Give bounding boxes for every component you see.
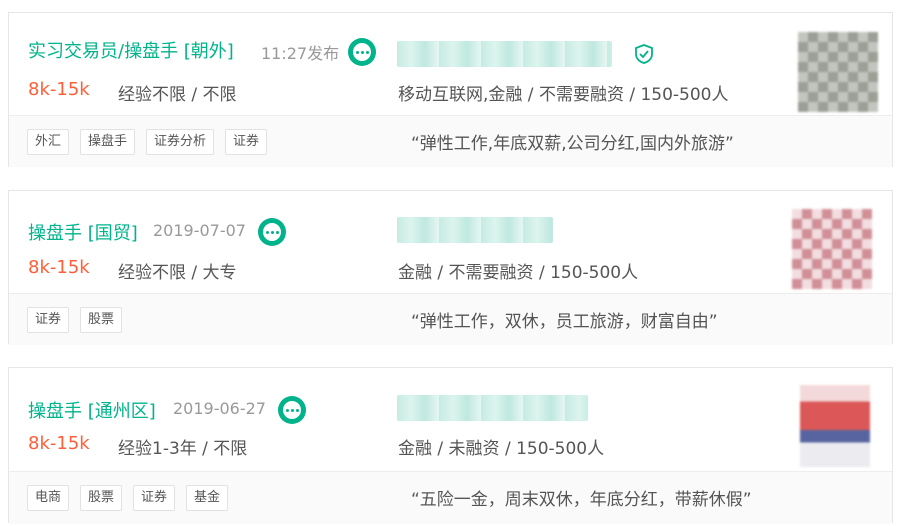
tag[interactable]: 股票 [80,485,123,511]
tag-list: 外汇 操盘手 证券分析 证券 [27,129,268,155]
company-logo[interactable] [798,32,878,112]
publish-time: 11:27发布 [261,44,340,63]
company-name-blurred[interactable] [397,395,588,421]
job-card-footer: 电商 股票 证券 基金 “五险一金，周末双休，年底分红，带薪休假” [9,471,892,524]
job-card-header: 实习交易员/操盘手 [朝外] 11:27发布 8k-15k 经验不限 / 不限 … [9,13,892,115]
job-card[interactable]: 实习交易员/操盘手 [朝外] 11:27发布 8k-15k 经验不限 / 不限 … [8,12,893,167]
salary: 8k-15k [28,433,90,454]
salary: 8k-15k [28,257,90,278]
company-logo[interactable] [792,209,872,289]
publish-time: 2019-07-07 [153,221,246,240]
requirements: 经验1-3年 / 不限 [118,439,248,459]
job-card[interactable]: 操盘手 [通州区] 2019-06-27 8k-15k 经验1-3年 / 不限 … [8,367,893,524]
tag[interactable]: 证券分析 [146,129,215,155]
tag[interactable]: 电商 [27,485,70,511]
job-card-header: 操盘手 [国贸] 2019-07-07 8k-15k 经验不限 / 大专 金融 … [9,191,892,293]
tag[interactable]: 证券 [225,129,268,155]
tag-list: 电商 股票 证券 基金 [27,485,229,511]
tag[interactable]: 证券 [27,307,70,333]
chat-icon[interactable] [258,218,286,246]
requirements: 经验不限 / 大专 [118,263,237,283]
job-card-footer: 证券 股票 “弹性工作，双休，员工旅游，财富自由” [9,293,892,345]
company-logo[interactable] [800,385,870,467]
job-title[interactable]: 实习交易员/操盘手 [朝外] [28,37,234,63]
tag[interactable]: 股票 [80,307,123,333]
requirements: 经验不限 / 不限 [118,85,237,105]
job-title[interactable]: 操盘手 [通州区] [28,397,156,423]
company-industry: 金融 / 不需要融资 / 150-500人 [398,263,639,283]
chat-icon[interactable] [348,38,376,66]
company-name-blurred[interactable] [397,217,553,243]
welfare-text: “五险一金，周末双休，年底分红，带薪休假” [411,490,752,510]
verified-shield-icon [635,44,653,64]
job-card[interactable]: 操盘手 [国贸] 2019-07-07 8k-15k 经验不限 / 大专 金融 … [8,190,893,345]
chat-icon[interactable] [278,396,306,424]
job-title[interactable]: 操盘手 [国贸] [28,219,138,245]
tag[interactable]: 证券 [133,485,176,511]
tag[interactable]: 外汇 [27,129,70,155]
tag-list: 证券 股票 [27,307,123,333]
company-industry: 移动互联网,金融 / 不需要融资 / 150-500人 [398,85,729,105]
publish-time: 2019-06-27 [173,399,266,418]
welfare-text: “弹性工作,年底双薪,公司分红,国内外旅游” [411,134,734,154]
welfare-text: “弹性工作，双休，员工旅游，财富自由” [411,312,718,332]
tag[interactable]: 操盘手 [80,129,136,155]
company-industry: 金融 / 未融资 / 150-500人 [398,439,605,459]
company-name-blurred[interactable] [397,41,612,67]
job-card-header: 操盘手 [通州区] 2019-06-27 8k-15k 经验1-3年 / 不限 … [9,368,892,470]
job-card-footer: 外汇 操盘手 证券分析 证券 “弹性工作,年底双薪,公司分红,国内外旅游” [9,115,892,167]
salary: 8k-15k [28,79,90,100]
tag[interactable]: 基金 [186,485,229,511]
